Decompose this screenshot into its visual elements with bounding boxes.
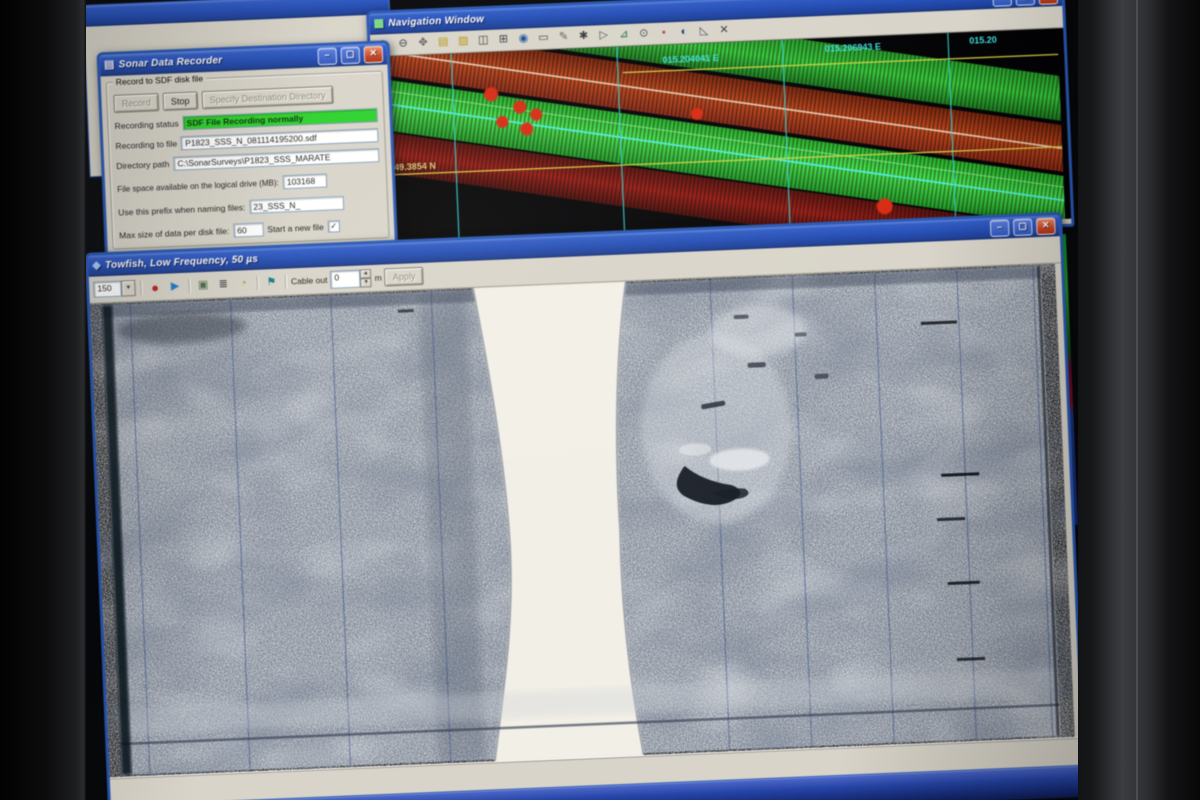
monitor-bezel-right bbox=[1078, 0, 1200, 800]
event-mark-icon[interactable]: ▪ bbox=[655, 24, 673, 42]
corner-longitude-label: 015.20 bbox=[969, 35, 997, 46]
offset-icon[interactable]: ⊙ bbox=[635, 25, 653, 43]
record-button[interactable]: Record bbox=[113, 93, 159, 113]
maximize-button[interactable]: ▢ bbox=[340, 46, 360, 64]
select-area-icon[interactable]: ▭ bbox=[535, 29, 553, 47]
specify-destination-button[interactable]: Specify Destination Directory bbox=[201, 86, 334, 110]
close-button[interactable]: ✕ bbox=[364, 46, 384, 64]
monitor-photo: ▩ Navigation Window – ▢ ✕ ⊕⊖✥▤▨◫⊞◉▭✎✱▷⊿⊙… bbox=[0, 0, 1200, 800]
globe-icon[interactable]: ◉ bbox=[515, 30, 533, 48]
file-space-label: File space available on the logical driv… bbox=[117, 178, 279, 194]
prefix-field[interactable]: 23_SSS_N_ bbox=[249, 196, 344, 214]
cable-out-spinner[interactable]: 0 ▲ ▼ bbox=[330, 269, 372, 289]
coverage-icon[interactable]: ▨ bbox=[454, 33, 472, 51]
recording-status-label: Recording status bbox=[114, 118, 178, 131]
minimize-button[interactable]: – bbox=[317, 47, 337, 65]
sonar-waterfall[interactable] bbox=[90, 264, 1075, 778]
stop-recording-icon[interactable]: ● bbox=[146, 278, 164, 296]
close-button[interactable]: ✕ bbox=[1036, 217, 1056, 235]
maximize-button[interactable]: ▢ bbox=[1015, 0, 1035, 6]
toolbar-separator bbox=[188, 279, 190, 293]
minimize-button[interactable]: – bbox=[992, 0, 1012, 7]
range-combo[interactable]: 150 ▾ bbox=[93, 280, 136, 298]
measure-icon[interactable]: ✎ bbox=[555, 29, 573, 47]
toolbar-separator bbox=[257, 276, 259, 290]
minimize-button[interactable]: – bbox=[990, 219, 1010, 237]
towfish-icon-group: ▣≣◔ bbox=[194, 275, 252, 294]
recorder-window-icon: ▤ bbox=[104, 60, 115, 71]
palette-icon[interactable]: ◔ bbox=[234, 275, 252, 293]
range-rings-icon[interactable]: ✱ bbox=[575, 28, 593, 46]
file-space-value: 103168 bbox=[282, 173, 327, 189]
navigation-map-display: 015.204041 E 015.206943 E 015.20 29 49.3… bbox=[371, 28, 1065, 247]
toolbar-separator bbox=[140, 281, 142, 295]
close-button[interactable]: ✕ bbox=[1038, 0, 1058, 5]
toolbar-separator bbox=[285, 275, 287, 289]
spinner-down-icon[interactable]: ▼ bbox=[361, 278, 372, 287]
cursor-mode-icon[interactable]: ▷ bbox=[595, 27, 613, 45]
cable-out-label: Cable out bbox=[291, 275, 328, 287]
directory-path-field[interactable]: C:\SonarSurveys\P1823_SSS_MARATE bbox=[173, 148, 379, 171]
directory-path-label: Directory path bbox=[116, 159, 170, 171]
cable-out-value[interactable]: 0 bbox=[330, 270, 361, 289]
screen-content: ▩ Navigation Window – ▢ ✕ ⊕⊖✥▤▨◫⊞◉▭✎✱▷⊿⊙… bbox=[86, 0, 1078, 800]
display-settings-icon[interactable]: ≣ bbox=[214, 275, 232, 293]
annotation-icon[interactable]: ◫ bbox=[474, 32, 492, 50]
navigation-window-icon: ▩ bbox=[373, 18, 384, 29]
prefix-label: Use this prefix when naming files: bbox=[118, 202, 245, 217]
titlebar-spacer bbox=[226, 57, 313, 61]
pan-icon[interactable]: ✥ bbox=[414, 34, 432, 52]
grid-icon[interactable]: ⊞ bbox=[495, 31, 513, 49]
delete-icon[interactable]: ✕ bbox=[715, 22, 733, 40]
start-new-file-label: Start a new file bbox=[267, 222, 324, 234]
monitor-bezel-left bbox=[0, 0, 86, 800]
stop-button[interactable]: Stop bbox=[163, 91, 198, 111]
event-flag-icon[interactable]: ⚑ bbox=[263, 273, 281, 291]
navigation-window-title: Navigation Window bbox=[388, 14, 484, 29]
max-data-field[interactable]: 60 bbox=[233, 222, 264, 237]
recording-status-value: SDF File Recording normally bbox=[182, 108, 377, 130]
bezel-seam bbox=[1136, 0, 1138, 800]
apply-button[interactable]: Apply bbox=[384, 267, 423, 287]
erase-icon[interactable]: ◺ bbox=[695, 23, 713, 41]
towfish-window-title: Towfish, Low Frequency, 50 µs bbox=[105, 254, 258, 271]
play-icon[interactable]: ▶ bbox=[166, 277, 184, 295]
range-dropdown-arrow-icon[interactable]: ▾ bbox=[121, 280, 136, 297]
maximize-button[interactable]: ▢ bbox=[1013, 218, 1033, 236]
snapshot-icon[interactable]: ▣ bbox=[194, 276, 212, 294]
recording-to-file-field[interactable]: P1823_SSS_N_081114195200.sdf bbox=[181, 128, 379, 150]
cable-out-unit: m bbox=[374, 273, 382, 283]
towfish-window-icon: ◆ bbox=[92, 260, 101, 271]
background-window-titlebar[interactable] bbox=[86, 0, 389, 27]
zoom-out-icon[interactable]: ⊖ bbox=[394, 35, 412, 53]
recording-to-file-label: Recording to file bbox=[115, 139, 177, 152]
navigation-map[interactable]: 015.204041 E 015.206943 E 015.20 29 49.3… bbox=[371, 28, 1071, 248]
start-new-file-checkbox[interactable]: ✓ bbox=[327, 220, 340, 233]
layers-icon[interactable]: ▤ bbox=[434, 34, 452, 52]
towfish-window: ◆ Towfish, Low Frequency, 50 µs – ▢ ✕ 15… bbox=[86, 212, 1078, 800]
monitor-screen: ▩ Navigation Window – ▢ ✕ ⊕⊖✥▤▨◫⊞◉▭✎✱▷⊿⊙… bbox=[86, 0, 1078, 800]
towfish-track-icon[interactable]: ⊿ bbox=[615, 26, 633, 44]
world-view-icon[interactable]: ◐ bbox=[675, 23, 693, 41]
range-value: 150 bbox=[93, 281, 122, 298]
max-data-label: Max size of data per disk file: bbox=[119, 226, 229, 241]
record-group-box: Record to SDF disk file Record Stop Spec… bbox=[106, 71, 390, 250]
recorder-window-title: Sonar Data Recorder bbox=[118, 55, 222, 70]
